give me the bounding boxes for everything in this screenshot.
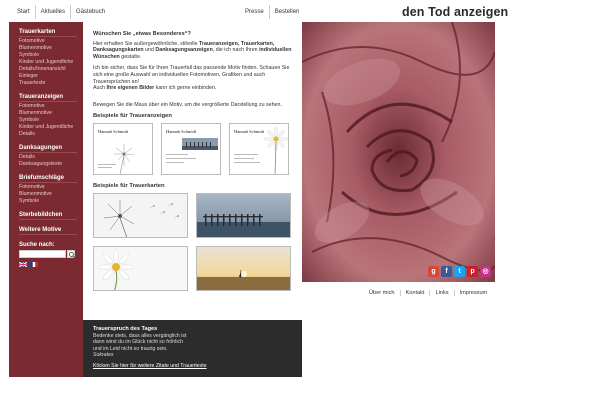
- hover-hint: Bewegen Sie die Maus über ein Motiv, um …: [93, 101, 282, 108]
- motive-paragraph: Ich bin sicher, dass Sie für Ihren Traue…: [93, 65, 292, 91]
- facebook-icon[interactable]: f: [441, 266, 452, 277]
- search-row: [19, 250, 83, 259]
- sidebar-heading[interactable]: Trauerkarten: [19, 29, 77, 37]
- main-panel: Wünschen Sie „etwas Besonderes“? Hier er…: [83, 22, 302, 377]
- footer-link-about[interactable]: Über mich: [364, 290, 400, 296]
- search-button[interactable]: [67, 250, 76, 259]
- search-label: Suche nach:: [19, 242, 55, 248]
- quote-line: Bedenke stets, dass alles vergänglich is…: [93, 332, 187, 339]
- intro-paragraph: Hier erhalten Sie außergewöhnliche, stil…: [93, 41, 292, 61]
- sidebar-item[interactable]: Trauertexte: [19, 80, 83, 87]
- sidebar-item[interactable]: Symbole: [19, 52, 83, 59]
- more-quotes-link[interactable]: Klicken Sie hier für weitere Zitate und …: [93, 363, 292, 370]
- sidebar-heading[interactable]: Briefumschläge: [19, 175, 77, 183]
- sidebar-item[interactable]: Kinder und Jugendliche: [19, 59, 83, 66]
- rose-header-image: g f t p ◎: [302, 22, 495, 282]
- sidebar-group-traueranzeigen: Traueranzeigen Fotomotive Blumenmotive S…: [19, 94, 83, 138]
- sidebar-group-briefumschlaege: Briefumschläge Fotomotive Blumenmotive S…: [19, 175, 83, 205]
- quote-line: dann wirst du im Glück nicht so fröhlich: [93, 339, 183, 346]
- nav-start[interactable]: Start: [12, 5, 36, 19]
- footer-link-links[interactable]: Links: [429, 290, 453, 296]
- pinterest-icon[interactable]: p: [467, 266, 478, 277]
- sidebar: Trauerkarten Fotomotive Blumenmotive Sym…: [9, 22, 83, 377]
- sidebar-item[interactable]: Fotomotive: [19, 103, 83, 110]
- quote-of-the-day: Trauerspruch des Tages Bedenke stets, da…: [83, 320, 302, 377]
- sidebar-item[interactable]: Blumenmotive: [19, 110, 83, 117]
- sidebar-item[interactable]: Fotomotive: [19, 38, 83, 45]
- footer-link-impressum[interactable]: Impressum: [453, 290, 493, 296]
- rose-photo: [302, 22, 495, 282]
- sample-name: Hannah Schmidt: [234, 129, 265, 134]
- nav-aktuelles[interactable]: Aktuelles: [36, 5, 72, 19]
- sidebar-group-danksagungen: Danksagungen Details Danksagungstexte: [19, 145, 83, 168]
- motive-text: Ich bin sicher, dass Sie für Ihren Traue…: [93, 65, 290, 85]
- sidebar-item[interactable]: Blumenmotive: [19, 191, 83, 198]
- nav-presse[interactable]: Presse: [240, 5, 270, 19]
- search-icon: [69, 252, 76, 259]
- sidebar-group-weitere-motive: Weitere Motive: [19, 227, 83, 235]
- instagram-icon[interactable]: ◎: [480, 266, 491, 277]
- top-nav-left: Start Aktuelles Gästebuch: [12, 5, 110, 19]
- sidebar-item[interactable]: Symbole: [19, 117, 83, 124]
- intro-bold: Danksagungsanzeigen: [155, 47, 213, 54]
- top-nav-right: Presse Bestellen: [240, 5, 304, 19]
- trauerkarte-thumbnail-2[interactable]: [196, 192, 291, 238]
- search-input[interactable]: [19, 250, 66, 258]
- sample-name: Hannah Schmidt: [98, 129, 129, 134]
- quote-heading: Trauerspruch des Tages: [93, 326, 158, 332]
- social-icons: g f t p ◎: [428, 266, 491, 277]
- sidebar-item[interactable]: Symbole: [19, 198, 83, 205]
- intro-text: gestalte.: [119, 53, 142, 60]
- footer-links: Über mich Kontakt Links Impressum: [364, 290, 492, 296]
- trauerkarte-thumbnail-4[interactable]: [196, 245, 291, 291]
- sidebar-item[interactable]: Details: [19, 154, 83, 161]
- trauerkarten-thumbnails-2: [93, 245, 292, 291]
- trauerkarten-thumbnails-1: [93, 192, 292, 238]
- site-title[interactable]: den Tod anzeigen: [402, 5, 508, 19]
- language-flags: [19, 262, 83, 267]
- intro-text: und: [143, 47, 156, 54]
- intro-text: Hier erhalten Sie außergewöhnliche, stil…: [93, 40, 199, 47]
- main-content: Wünschen Sie „etwas Besonderes“? Hier er…: [83, 22, 302, 320]
- section-heading-trauerkarten: Beispiele für Trauerkarten: [93, 182, 165, 189]
- sidebar-item[interactable]: Fotomotive: [19, 184, 83, 191]
- sidebar-item[interactable]: Details/Innenansicht: [19, 66, 83, 73]
- nav-bestellen[interactable]: Bestellen: [270, 5, 305, 19]
- traueranzeige-thumbnail-3[interactable]: Hannah Schmidt: [229, 122, 289, 175]
- twitter-icon[interactable]: t: [454, 266, 465, 277]
- traueranzeigen-thumbnails: Hannah Schmidt Hannah Schmidt Hannah Sch…: [93, 122, 292, 175]
- quote-line: und im Leid nicht so traurig sein.: [93, 345, 168, 352]
- sidebar-heading[interactable]: Danksagungen: [19, 145, 77, 153]
- trauerkarte-thumbnail-3[interactable]: [93, 245, 188, 291]
- quote-author: Sokrates: [93, 352, 114, 359]
- google-plus-icon[interactable]: g: [428, 266, 439, 277]
- sidebar-item[interactable]: Kinder und Jugendliche: [19, 124, 83, 131]
- traueranzeige-thumbnail-2[interactable]: Hannah Schmidt: [161, 122, 221, 175]
- flag-uk-icon[interactable]: [19, 262, 27, 267]
- motive-text: Auch: [93, 85, 107, 92]
- sidebar-item[interactable]: Blumenmotive: [19, 45, 83, 52]
- motive-bold: Ihre eigenen Bilder: [106, 85, 155, 92]
- sidebar-heading[interactable]: Traueranzeigen: [19, 94, 77, 102]
- sidebar-item[interactable]: Details: [19, 131, 83, 138]
- sidebar-group-sterbebildchen: Sterbebildchen: [19, 212, 83, 220]
- nav-gaestebuch[interactable]: Gästebuch: [71, 5, 110, 19]
- sample-name: Hannah Schmidt: [166, 129, 197, 134]
- footer-link-contact[interactable]: Kontakt: [399, 290, 430, 296]
- traueranzeige-thumbnail-1[interactable]: Hannah Schmidt: [93, 122, 153, 175]
- sidebar-heading[interactable]: Sterbebildchen: [19, 212, 77, 220]
- section-heading-traueranzeigen: Beispiele für Traueranzeigen: [93, 113, 172, 120]
- main-heading: Wünschen Sie „etwas Besonderes“?: [93, 31, 191, 37]
- motive-text: kann ich gerne einbinden.: [154, 85, 217, 92]
- flag-fr-icon[interactable]: [30, 262, 38, 267]
- sidebar-heading[interactable]: Weitere Motive: [19, 227, 77, 235]
- sidebar-item[interactable]: Einleger: [19, 73, 83, 80]
- sidebar-item[interactable]: Danksagungstexte: [19, 161, 83, 168]
- intro-text: , die ich nach Ihren: [212, 47, 260, 54]
- sidebar-group-trauerkarten: Trauerkarten Fotomotive Blumenmotive Sym…: [19, 29, 83, 87]
- trauerkarte-thumbnail-1[interactable]: [93, 192, 188, 238]
